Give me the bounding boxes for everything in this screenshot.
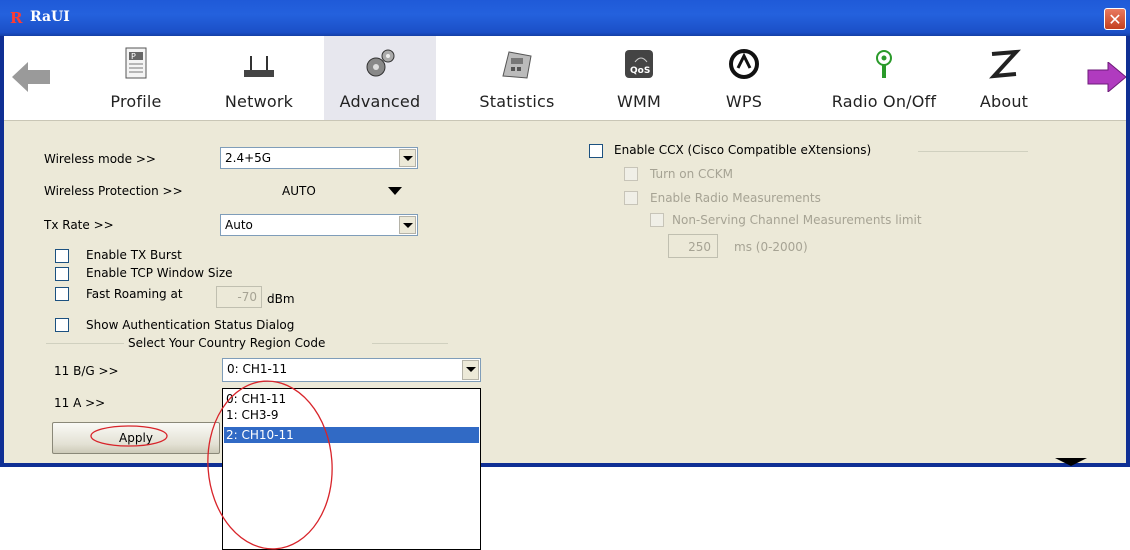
annotation-overlay	[90, 380, 333, 550]
apply-annotation-ellipse	[90, 425, 168, 447]
dropdown-annotation-ellipse	[207, 380, 333, 550]
scroll-down-arrow-icon[interactable]	[1055, 458, 1087, 466]
